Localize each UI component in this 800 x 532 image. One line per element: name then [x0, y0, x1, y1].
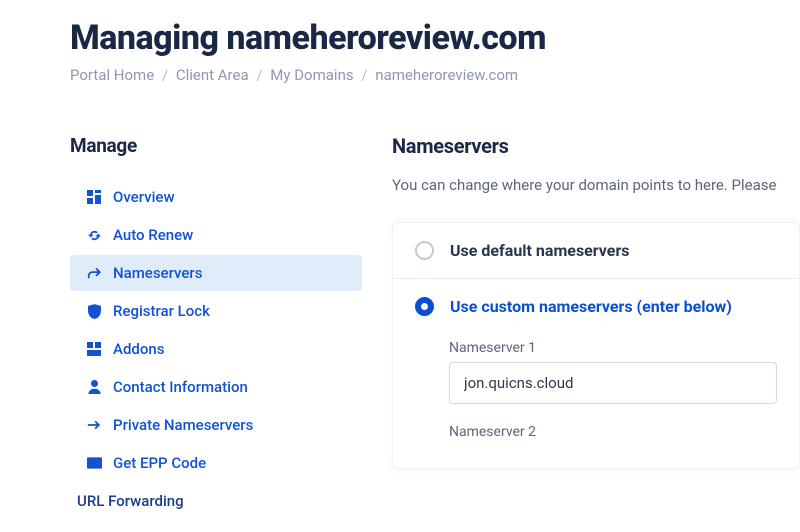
sidebar: Manage Overview Auto Renew Nameservers R…: [70, 134, 362, 521]
sidebar-item-label: Auto Renew: [113, 226, 193, 244]
sidebar-item-auto-renew[interactable]: Auto Renew: [70, 217, 362, 253]
sidebar-item-label: Nameservers: [113, 264, 202, 282]
nameserver-1-label: Nameserver 1: [449, 334, 777, 356]
radio-option-default[interactable]: Use default nameservers: [393, 223, 799, 279]
breadcrumb-separator: /: [361, 66, 367, 84]
radio-label: Use custom nameservers (enter below): [450, 297, 732, 316]
sidebar-item-label: Registrar Lock: [113, 302, 210, 320]
shield-icon: [85, 302, 103, 320]
refresh-icon: [85, 226, 103, 244]
radio-checked-icon: [415, 297, 434, 316]
nameserver-2-label: Nameserver 2: [449, 418, 777, 440]
sidebar-item-overview[interactable]: Overview: [70, 179, 362, 215]
sidebar-item-nameservers[interactable]: Nameservers: [70, 255, 362, 291]
breadcrumb-item[interactable]: nameheroreview.com: [375, 66, 518, 84]
sidebar-item-registrar-lock[interactable]: Registrar Lock: [70, 293, 362, 329]
sidebar-item-contact-information[interactable]: Contact Information: [70, 369, 362, 405]
sidebar-item-label: Overview: [113, 188, 175, 206]
sidebar-item-label: URL Forwarding: [77, 492, 184, 510]
page-title: Managing nameheroreview.com: [70, 18, 800, 58]
arrow-right-icon: [85, 416, 103, 434]
sidebar-item-label: Private Nameservers: [113, 416, 253, 434]
breadcrumb-item[interactable]: Portal Home: [70, 66, 154, 84]
breadcrumb-item[interactable]: Client Area: [176, 66, 249, 84]
sidebar-item-get-epp-code[interactable]: Get EPP Code: [70, 445, 362, 481]
sidebar-item-label: Contact Information: [113, 378, 248, 396]
share-icon: [85, 264, 103, 282]
dashboard-icon: [85, 188, 103, 206]
breadcrumb-separator: /: [162, 66, 168, 84]
main-content: Nameservers You can change where your do…: [392, 134, 800, 521]
nameserver-1-input[interactable]: [449, 362, 777, 404]
radio-unchecked-icon: [415, 241, 434, 260]
sidebar-item-url-forwarding[interactable]: URL Forwarding: [70, 483, 362, 519]
breadcrumb-item[interactable]: My Domains: [270, 66, 353, 84]
main-heading: Nameservers: [392, 134, 800, 158]
person-icon: [85, 378, 103, 396]
main-description: You can change where your domain points …: [392, 176, 800, 194]
nameserver-fields: Nameserver 1 Nameserver 2: [393, 334, 799, 468]
sidebar-item-label: Get EPP Code: [113, 454, 206, 472]
breadcrumb-separator: /: [256, 66, 262, 84]
sidebar-item-private-nameservers[interactable]: Private Nameservers: [70, 407, 362, 443]
nameserver-options-card: Use default nameservers Use custom names…: [392, 222, 800, 469]
addons-icon: [85, 340, 103, 358]
radio-option-custom[interactable]: Use custom nameservers (enter below): [393, 279, 799, 334]
sidebar-heading: Manage: [70, 134, 362, 157]
ticket-icon: [85, 454, 103, 472]
sidebar-item-label: Addons: [113, 340, 164, 358]
radio-label: Use default nameservers: [450, 241, 630, 260]
breadcrumb: Portal Home / Client Area / My Domains /…: [70, 66, 800, 84]
sidebar-item-addons[interactable]: Addons: [70, 331, 362, 367]
